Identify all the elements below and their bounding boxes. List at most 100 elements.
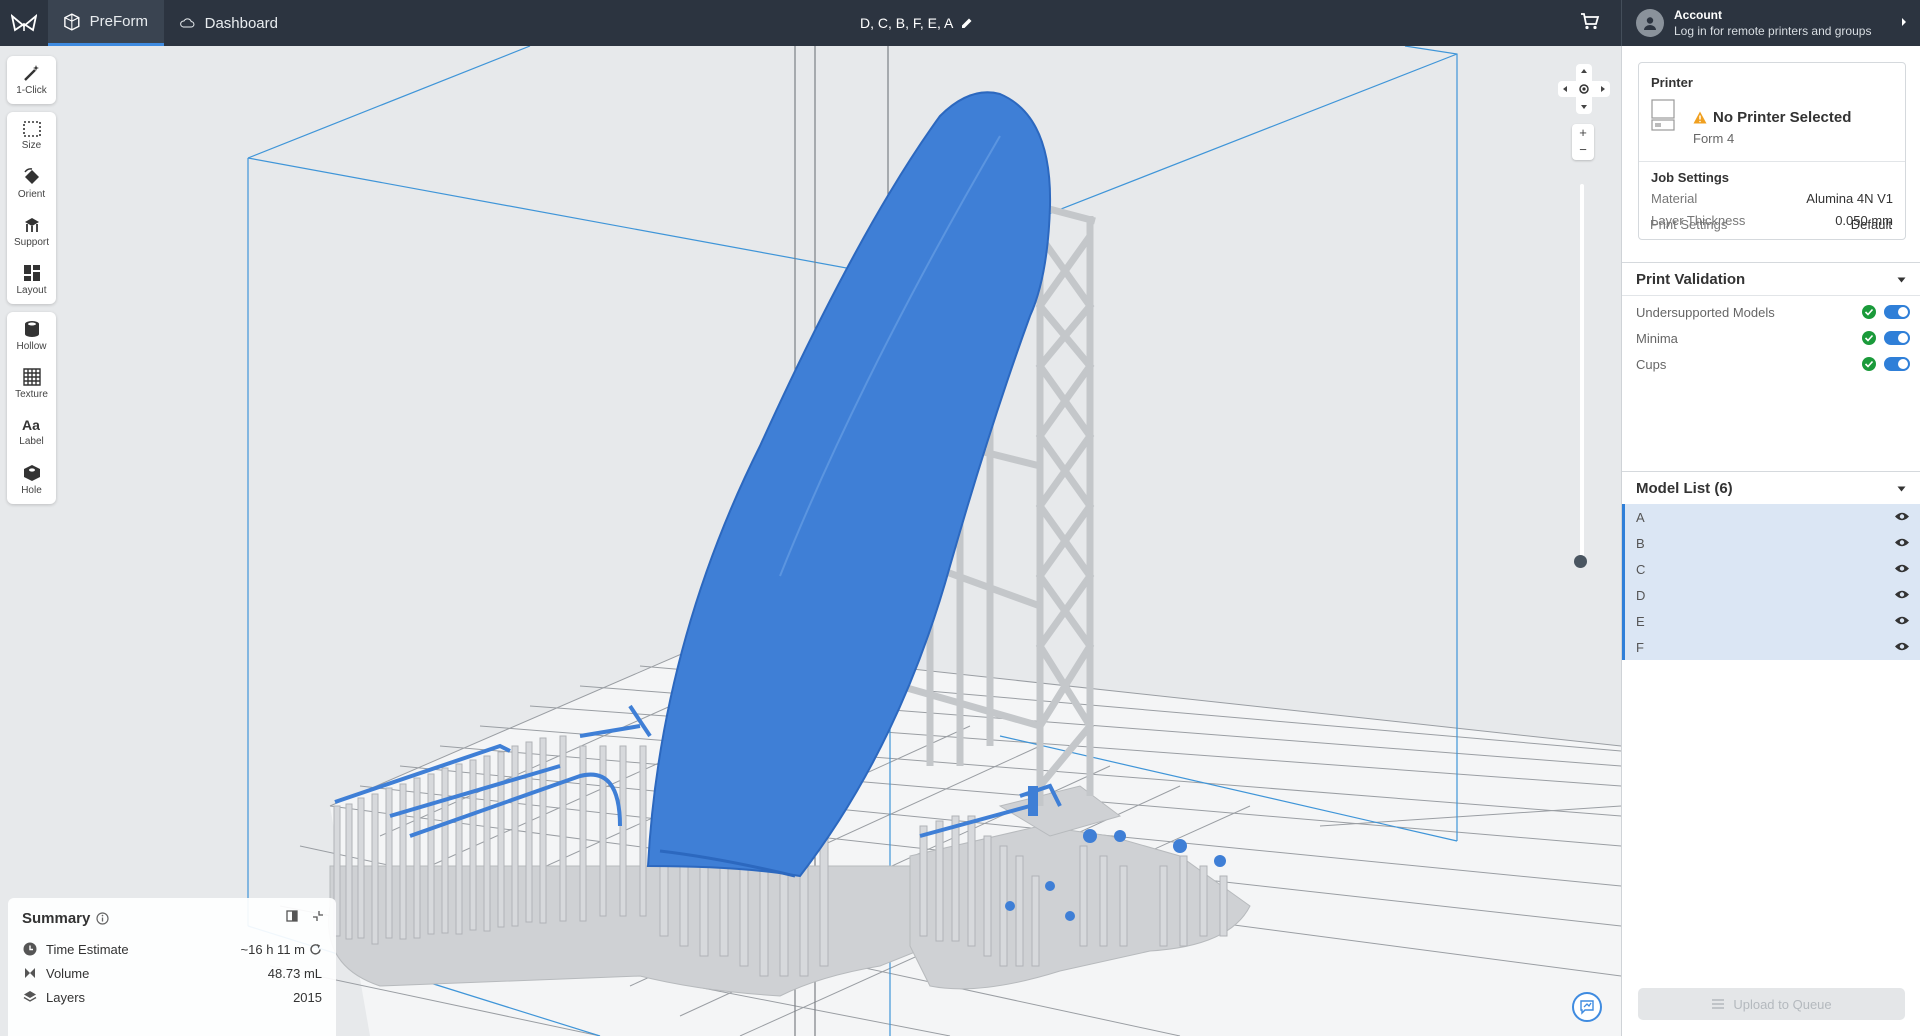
list-item[interactable]: E <box>1625 608 1920 634</box>
cart-icon[interactable] <box>1580 12 1600 35</box>
model-name: D <box>1636 587 1646 603</box>
summary-row-volume: Volume 48.73 mL <box>22 961 322 985</box>
setting-value: Default <box>1850 217 1892 232</box>
orient-button[interactable]: Orient <box>7 160 56 208</box>
zoom-out-button[interactable]: − <box>1572 141 1594 158</box>
summary-row-layers: Layers 2015 <box>22 985 322 1009</box>
eye-icon[interactable] <box>1894 615 1910 626</box>
layer-slider-track[interactable] <box>1580 184 1584 564</box>
user-icon <box>1644 17 1656 30</box>
eye-icon[interactable] <box>1894 563 1910 574</box>
validation-label: Cups <box>1636 356 1667 372</box>
tab-preform[interactable]: PreForm <box>48 0 164 46</box>
eye-icon[interactable] <box>1894 537 1910 548</box>
summary-row-time: Time Estimate ~16 h 11 m <box>22 937 322 961</box>
top-bar: PreForm Dashboard D, C, B, F, E, A Accou… <box>0 0 1920 46</box>
size-icon <box>22 121 41 137</box>
upload-label: Upload to Queue <box>1733 996 1832 1012</box>
setting-label: Material <box>1651 191 1698 206</box>
chevron-right-icon <box>1902 18 1906 26</box>
layer-slider-handle[interactable] <box>1574 555 1587 568</box>
account-menu[interactable]: Account Log in for remote printers and g… <box>1621 0 1920 46</box>
printer-section-title: Printer <box>1651 75 1693 90</box>
tab-preform-label: PreForm <box>89 13 148 30</box>
model-list-title: Model List (6) <box>1636 479 1733 497</box>
model-name: F <box>1636 639 1644 655</box>
texture-button[interactable]: Texture <box>7 360 56 408</box>
clock-icon <box>22 941 38 957</box>
view-navigation-pad[interactable] <box>1558 64 1610 114</box>
zoom-in-button[interactable]: + <box>1572 124 1594 141</box>
layers-icon <box>22 989 38 1005</box>
upload-to-queue-button[interactable]: Upload to Queue <box>1638 988 1905 1020</box>
label-label: Label <box>19 436 44 447</box>
print-validation-title: Print Validation <box>1636 270 1746 288</box>
texture-icon <box>22 368 41 386</box>
validation-label: Minima <box>1636 330 1678 346</box>
print-scene[interactable] <box>0 46 1621 1036</box>
validation-toggle[interactable] <box>1884 357 1910 371</box>
time-estimate-label: Time Estimate <box>46 941 129 957</box>
layers-label: Layers <box>46 989 86 1005</box>
zoom-controls: + − <box>1572 124 1594 160</box>
hole-button[interactable]: Hole <box>7 456 56 504</box>
model-list: A B C D E F <box>1622 504 1920 660</box>
preform-icon <box>64 12 80 31</box>
layout-label: Layout <box>16 285 47 296</box>
list-item[interactable]: B <box>1625 530 1920 556</box>
chevron-down-icon <box>1897 486 1906 492</box>
eye-icon[interactable] <box>1894 589 1910 600</box>
document-title[interactable]: D, C, B, F, E, A <box>860 0 973 46</box>
texture-label: Texture <box>15 389 48 400</box>
eye-icon[interactable] <box>1894 641 1910 652</box>
feedback-button[interactable] <box>1572 992 1602 1022</box>
size-label: Size <box>21 140 42 151</box>
collapse-icon[interactable] <box>312 910 324 922</box>
volume-value: 48.73 mL <box>267 965 322 981</box>
one-click-button[interactable]: 1-Click <box>7 56 56 104</box>
eye-icon[interactable] <box>1894 511 1910 522</box>
label-button[interactable]: Aa Label <box>7 408 56 456</box>
model-name: C <box>1636 561 1646 577</box>
hollow-button[interactable]: Hollow <box>7 312 56 360</box>
formlabs-logo-icon[interactable] <box>0 0 48 46</box>
support-button[interactable]: Support <box>7 208 56 256</box>
layout-icon <box>23 265 40 281</box>
printer-name: No Printer Selected <box>1713 109 1852 126</box>
tab-dashboard-label: Dashboard <box>204 14 278 32</box>
refresh-icon[interactable] <box>309 943 322 956</box>
warning-icon <box>1693 111 1707 124</box>
setting-row-print-settings: Print Settings Default <box>1650 217 1892 232</box>
toolbar-group-modify: Hollow Texture Aa Label Hole <box>7 312 56 504</box>
toolbar-group-prepare: Size Orient Support Layout <box>7 112 56 304</box>
volume-label: Volume <box>46 965 90 981</box>
list-item[interactable]: C <box>1625 556 1920 582</box>
layout-button[interactable]: Layout <box>7 256 56 304</box>
validation-toggle[interactable] <box>1884 305 1910 319</box>
validation-row-minima: Minima <box>1636 326 1910 350</box>
right-panel: Printer No Printer Selected Form 4 Job S… <box>1621 46 1920 1036</box>
print-validation-header[interactable]: Print Validation <box>1622 262 1920 296</box>
divider <box>1639 161 1905 162</box>
size-button[interactable]: Size <box>7 112 56 160</box>
layers-value: 2015 <box>293 989 322 1005</box>
document-title-text: D, C, B, F, E, A <box>860 15 954 31</box>
validation-toggle[interactable] <box>1884 331 1910 345</box>
model-list-header[interactable]: Model List (6) <box>1622 471 1920 505</box>
panel-toggle-icon[interactable] <box>286 910 298 922</box>
setting-value: Alumina 4N V1 <box>1806 191 1893 206</box>
tab-dashboard[interactable]: Dashboard <box>164 0 294 46</box>
list-item[interactable]: F <box>1625 634 1920 660</box>
chevron-down-icon <box>1897 277 1906 283</box>
pencil-icon[interactable] <box>961 17 973 29</box>
summary-panel: Summary Time Estimate ~16 h 11 m Volume … <box>8 898 336 1036</box>
time-estimate-value: ~16 h 11 m <box>240 941 305 957</box>
list-item[interactable]: A <box>1625 504 1920 530</box>
printer-card[interactable]: Printer No Printer Selected Form 4 Job S… <box>1638 62 1906 240</box>
info-icon[interactable] <box>96 912 109 925</box>
3d-viewport[interactable]: 1-Click Size Orient Support Layout Hollo… <box>0 46 1621 1036</box>
validation-row-undersupported: Undersupported Models <box>1636 300 1910 324</box>
list-item[interactable]: D <box>1625 582 1920 608</box>
support-icon <box>24 218 39 232</box>
job-settings-title: Job Settings <box>1651 170 1730 185</box>
